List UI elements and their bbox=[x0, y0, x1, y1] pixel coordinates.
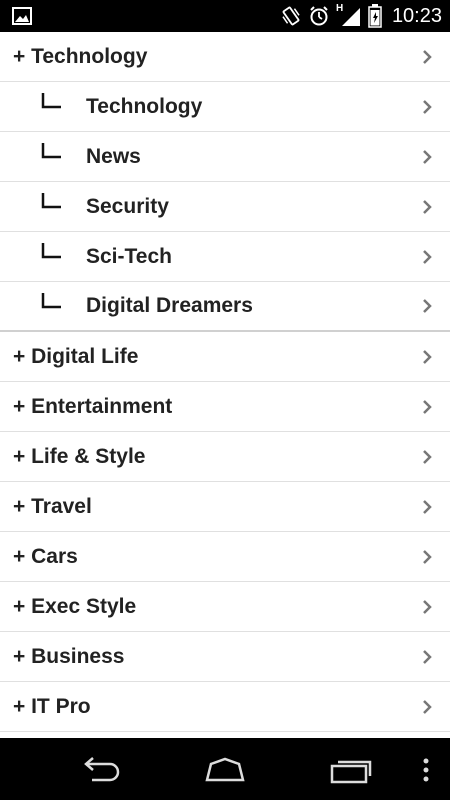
subcategory-digital-dreamers[interactable]: Digital Dreamers bbox=[0, 282, 450, 332]
category-label: + IT Pro bbox=[13, 694, 91, 718]
category-digital-life[interactable]: + Digital Life bbox=[0, 332, 450, 382]
chevron-right-icon bbox=[423, 499, 432, 514]
chevron-right-icon bbox=[423, 99, 432, 114]
subcategory-label: Digital Dreamers bbox=[86, 294, 253, 317]
chevron-right-icon bbox=[423, 399, 432, 414]
category-life-style[interactable]: + Life & Style bbox=[0, 432, 450, 482]
alarm-icon bbox=[310, 6, 328, 26]
clock-time: 10:23 bbox=[391, 4, 442, 27]
category-label: + Technology bbox=[13, 44, 148, 68]
home-icon[interactable] bbox=[201, 756, 249, 784]
subcategory-label: Sci-Tech bbox=[86, 244, 172, 268]
chevron-right-icon bbox=[423, 549, 432, 564]
category-business[interactable]: + Business bbox=[0, 632, 450, 682]
category-label: + Entertainment bbox=[13, 394, 173, 418]
subcategory-label: Security bbox=[86, 194, 169, 218]
status-icons: H 10:23 bbox=[280, 0, 442, 32]
back-icon[interactable] bbox=[78, 756, 122, 784]
category-it-pro[interactable]: + IT Pro bbox=[0, 682, 450, 732]
chevron-right-icon bbox=[423, 349, 432, 364]
recent-apps-icon[interactable] bbox=[330, 756, 374, 784]
overflow-menu-icon[interactable] bbox=[420, 756, 432, 784]
category-entertainment[interactable]: + Entertainment bbox=[0, 382, 450, 432]
category-label: + Business bbox=[13, 644, 125, 668]
chevron-right-icon bbox=[423, 49, 432, 64]
category-label: + Exec Style bbox=[13, 594, 137, 618]
chevron-right-icon bbox=[423, 149, 432, 164]
tree-branch-icon bbox=[41, 193, 61, 209]
category-exec-style[interactable]: + Exec Style bbox=[0, 582, 450, 632]
category-label: + Digital Life bbox=[13, 344, 139, 368]
category-label: + Travel bbox=[13, 494, 92, 518]
chevron-right-icon bbox=[423, 699, 432, 714]
chevron-right-icon bbox=[423, 649, 432, 664]
chevron-right-icon bbox=[423, 199, 432, 214]
chevron-right-icon bbox=[423, 449, 432, 464]
tree-branch-icon bbox=[41, 293, 61, 309]
subcategory-sci-tech[interactable]: Sci-Tech bbox=[0, 232, 450, 282]
status-bar: H 10:23 bbox=[0, 0, 450, 32]
tree-branch-icon bbox=[41, 93, 61, 109]
category-list: + Technology Technology News Security Sc… bbox=[0, 32, 450, 738]
tree-branch-icon bbox=[41, 243, 61, 259]
tree-branch-icon bbox=[41, 143, 61, 159]
subcategory-security[interactable]: Security bbox=[0, 182, 450, 232]
subcategory-technology[interactable]: Technology bbox=[0, 82, 450, 132]
chevron-right-icon bbox=[423, 249, 432, 264]
signal-h-icon: H bbox=[336, 3, 362, 27]
subcategory-news[interactable]: News bbox=[0, 132, 450, 182]
chevron-right-icon bbox=[423, 299, 432, 313]
category-technology[interactable]: + Technology bbox=[0, 32, 450, 82]
navigation-bar bbox=[0, 738, 450, 800]
category-cars[interactable]: + Cars bbox=[0, 532, 450, 582]
category-travel[interactable]: + Travel bbox=[0, 482, 450, 532]
chevron-right-icon bbox=[423, 599, 432, 614]
image-notification-icon bbox=[12, 7, 32, 25]
battery-icon bbox=[368, 4, 382, 28]
category-label: + Life & Style bbox=[13, 444, 146, 468]
subcategory-label: News bbox=[86, 144, 141, 168]
category-label: + Cars bbox=[13, 544, 78, 568]
subcategory-label: Technology bbox=[86, 94, 203, 118]
vibrate-icon bbox=[282, 6, 300, 26]
